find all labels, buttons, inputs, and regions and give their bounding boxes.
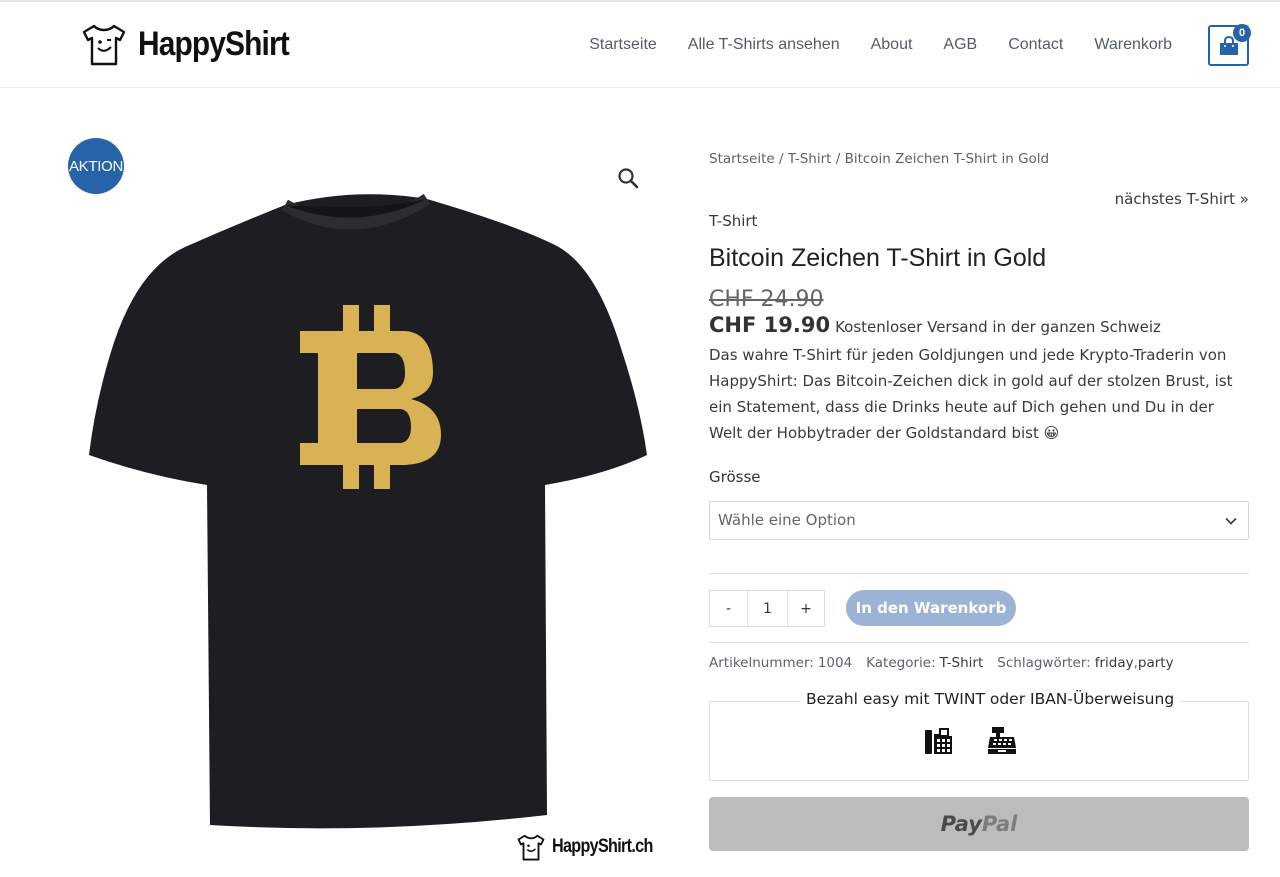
divider [709, 573, 1249, 574]
breadcrumb-current: Bitcoin Zeichen T-Shirt in Gold [844, 151, 1050, 167]
category-label: Kategorie: [866, 655, 936, 671]
logo-text: HappyShirt [138, 24, 290, 63]
quantity-input[interactable]: 1 [748, 591, 788, 626]
tshirt-shape [89, 194, 647, 829]
payment-options-box [709, 701, 1249, 781]
site-header: HappyShirt Startseite Alle T-Shirts anse… [0, 0, 1280, 88]
tags-label: Schlagwörter: [997, 655, 1091, 671]
payment-legend: Bezahl easy mit TWINT oder IBAN-Überweis… [800, 690, 1181, 708]
product-title: Bitcoin Zeichen T-Shirt in Gold [709, 244, 1047, 272]
nav-about[interactable]: About [871, 36, 913, 54]
quantity-minus-button[interactable]: - [710, 591, 748, 626]
watermark: HappyShirt.ch [516, 832, 670, 862]
shipping-note: Kostenloser Versand in der ganzen Schwei… [835, 318, 1161, 336]
site-logo[interactable]: HappyShirt [80, 20, 309, 68]
size-label: Grösse [709, 468, 761, 486]
sku-value: 1004 [817, 655, 853, 671]
product-meta: Artikelnummer: 1004 Kategorie: T-Shirt S… [709, 655, 1174, 671]
size-select[interactable]: Wähle eine Option [709, 501, 1249, 540]
cart-count-badge: 0 [1233, 24, 1251, 42]
old-price: CHF 24.90 [709, 287, 824, 312]
nav-warenkorb[interactable]: Warenkorb [1094, 36, 1172, 54]
breadcrumb-separator: / [774, 151, 788, 167]
category-link[interactable]: T-Shirt [940, 655, 984, 671]
nav-contact[interactable]: Contact [1008, 36, 1063, 54]
product-description: Das wahre T-Shirt für jeden Goldjungen u… [709, 346, 1233, 442]
price-row: CHF 19.90 Kostenloser Versand in der gan… [709, 313, 1161, 337]
nav-alle-tshirts[interactable]: Alle T-Shirts ansehen [688, 36, 840, 54]
paypal-button[interactable]: Pay Pal [709, 797, 1249, 851]
sale-price: CHF 19.90 [709, 313, 831, 337]
main-nav: Startseite Alle T-Shirts ansehen About A… [558, 36, 1172, 54]
nav-startseite[interactable]: Startseite [589, 36, 657, 54]
breadcrumb-category[interactable]: T-Shirt [788, 151, 832, 167]
size-select-value: Wähle eine Option [718, 511, 856, 529]
shirt-logo-icon [82, 24, 126, 66]
product-category: T-Shirt [709, 212, 758, 230]
chevron-down-icon [1225, 517, 1237, 525]
nav-agb[interactable]: AGB [943, 36, 977, 54]
product-image[interactable] [85, 185, 655, 835]
paypal-logo-part1: Pay [940, 812, 982, 836]
quantity-stepper: - 1 + [709, 590, 825, 627]
cash-register-icon[interactable] [986, 724, 1018, 756]
add-to-cart-button[interactable]: In den Warenkorb [846, 590, 1016, 626]
breadcrumb-home[interactable]: Startseite [709, 151, 775, 167]
tag-link-party[interactable]: party [1138, 655, 1174, 671]
paypal-logo-part2: Pal [981, 812, 1018, 836]
sku-label: Artikelnummer: [709, 655, 814, 671]
tag-link-friday[interactable]: friday [1095, 655, 1134, 671]
shirt-logo-icon [517, 834, 545, 861]
breadcrumb: Startseite / T-Shirt / Bitcoin Zeichen T… [709, 151, 1049, 167]
quantity-plus-button[interactable]: + [788, 591, 824, 626]
breadcrumb-separator: / [831, 151, 845, 167]
next-product-link[interactable]: nächstes T-Shirt » [1115, 190, 1249, 208]
fax-icon[interactable] [922, 724, 954, 756]
watermark-text: HappyShirt.ch [552, 836, 653, 857]
divider [709, 642, 1249, 643]
